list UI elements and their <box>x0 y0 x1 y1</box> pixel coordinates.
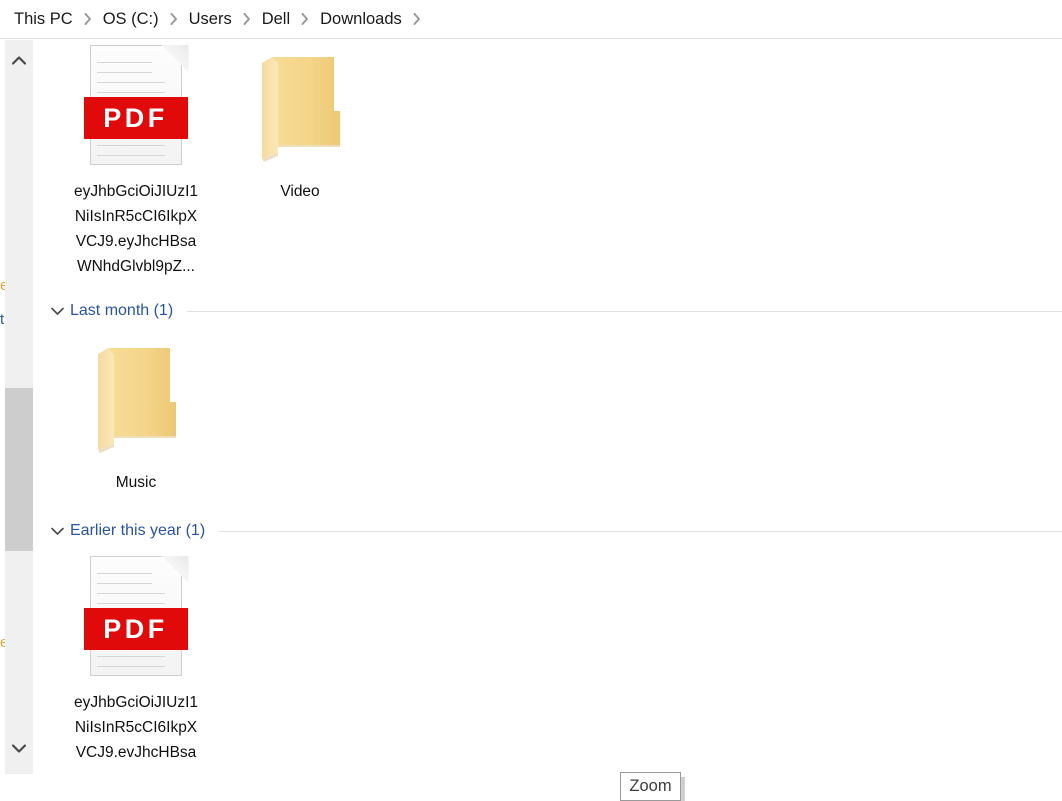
group-header-earlier-this-year[interactable]: Earlier this year (1) <box>0 520 1062 542</box>
list-item[interactable]: Music <box>56 336 216 495</box>
chevron-right-icon <box>236 13 258 25</box>
scroll-up-button[interactable] <box>5 48 33 72</box>
chevron-up-icon <box>12 55 26 65</box>
pdf-file-icon: PDF <box>83 45 189 173</box>
group-divider <box>187 310 1062 312</box>
folder-icon <box>84 336 189 464</box>
list-item[interactable]: PDF eyJhbGciOiJIUzI1 NiIsInR5cCI6IkpX VC… <box>56 556 216 765</box>
scrollbar-thumb[interactable] <box>5 388 33 551</box>
list-item-label: Music <box>115 474 157 491</box>
list-item-label: Video <box>280 183 320 200</box>
zoom-box-shadow <box>681 777 685 801</box>
pdf-badge: PDF <box>83 97 188 139</box>
breadcrumb-item-dell[interactable]: Dell <box>258 9 294 30</box>
pdf-badge: PDF <box>83 608 188 650</box>
pdf-badge-label: PDF <box>103 102 168 133</box>
group-header-label: Last month (1) <box>70 302 174 319</box>
group-header-last-month[interactable]: Last month (1) <box>0 300 1062 322</box>
chevron-right-icon <box>77 13 99 25</box>
list-item-label: eyJhbGciOiJIUzI1 NiIsInR5cCI6IkpX VCJ9.e… <box>73 183 199 275</box>
group-header-label: Earlier this year (1) <box>70 522 206 539</box>
breadcrumb[interactable]: This PC OS (C:) Users Dell Downloads <box>0 0 1062 39</box>
breadcrumb-item-this-pc[interactable]: This PC <box>10 9 77 30</box>
breadcrumb-item-downloads[interactable]: Downloads <box>316 9 406 30</box>
chevron-right-icon <box>294 13 316 25</box>
pdf-badge-label: PDF <box>103 613 168 644</box>
zoom-label: Zoom <box>629 777 672 796</box>
folder-icon <box>248 45 353 173</box>
chevron-right-icon[interactable] <box>406 13 428 25</box>
group-divider <box>219 530 1062 532</box>
chevron-down-icon <box>12 743 26 753</box>
chevron-down-icon[interactable] <box>46 527 68 536</box>
vertical-scrollbar[interactable] <box>5 40 33 774</box>
chevron-right-icon <box>163 13 185 25</box>
chevron-down-icon[interactable] <box>46 307 68 316</box>
breadcrumb-item-users[interactable]: Users <box>185 9 236 30</box>
file-list-view[interactable]: PDF eyJhbGciOiJIUzI1 NiIsInR5cCI6IkpX VC… <box>0 40 1062 797</box>
list-item[interactable]: PDF eyJhbGciOiJIUzI1 NiIsInR5cCI6IkpX VC… <box>56 45 216 279</box>
list-item-label: eyJhbGciOiJIUzI1 NiIsInR5cCI6IkpX VCJ9.e… <box>73 694 199 761</box>
scroll-down-button[interactable] <box>5 736 33 760</box>
pdf-file-icon: PDF <box>83 556 189 684</box>
list-item[interactable]: Video <box>220 45 380 204</box>
breadcrumb-item-os-c[interactable]: OS (C:) <box>99 9 163 30</box>
